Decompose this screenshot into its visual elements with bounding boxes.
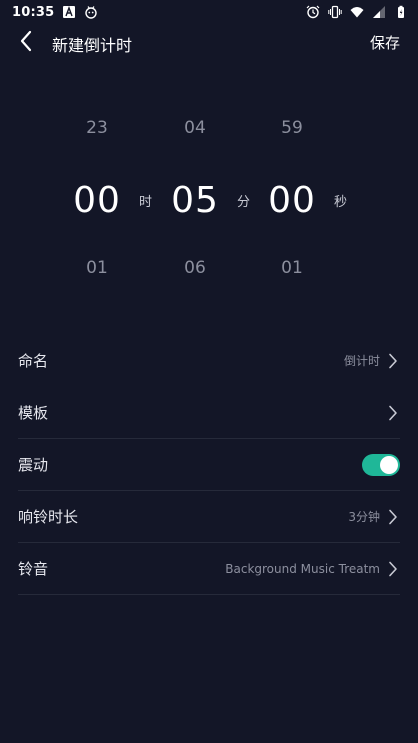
- vibrate-icon: [328, 5, 342, 19]
- seconds-unit-label: 秒: [334, 195, 348, 210]
- settings-row-vibrate: 震动: [18, 439, 400, 491]
- settings-row-right: [386, 405, 400, 421]
- hours-prev[interactable]: 23: [57, 118, 137, 138]
- settings-row-label: 命名: [18, 352, 49, 370]
- hours-current[interactable]: 00: [57, 180, 137, 221]
- app-header: 新建倒计时 保存: [0, 24, 418, 64]
- wifi-icon: [350, 5, 364, 19]
- signal-icon: [372, 5, 386, 19]
- status-bar-left: 10:35: [12, 5, 98, 20]
- minutes-unit-label: 分: [237, 195, 251, 210]
- settings-row-label: 震动: [18, 456, 49, 474]
- settings-row-ring-duration[interactable]: 响铃时长 3分钟: [18, 491, 400, 543]
- settings-row-label: 响铃时长: [18, 508, 79, 526]
- a-icon: [62, 5, 76, 19]
- minutes-current[interactable]: 05: [155, 180, 235, 221]
- chevron-right-icon: [386, 509, 400, 525]
- battery-icon: [394, 5, 408, 19]
- chevron-right-icon: [386, 561, 400, 577]
- settings-row-name[interactable]: 命名 倒计时: [18, 335, 400, 387]
- status-bar-right: [306, 5, 408, 19]
- name-value: 倒计时: [343, 354, 380, 368]
- hours-next[interactable]: 01: [57, 258, 137, 278]
- chevron-left-icon: [19, 30, 33, 56]
- minutes-prev[interactable]: 04: [155, 118, 235, 138]
- ringtone-value: Background Music Treatm: [225, 561, 380, 576]
- settings-row-template[interactable]: 模板: [18, 387, 400, 439]
- countdown-time-picker: 23 00 01 时 04 05 06 分 59 00 01 秒: [0, 100, 418, 300]
- ring-duration-value: 3分钟: [348, 510, 380, 524]
- alarm-icon: [306, 5, 320, 19]
- page-title: 新建倒计时: [52, 36, 133, 55]
- status-time: 10:35: [12, 4, 55, 20]
- vibrate-toggle[interactable]: [362, 453, 400, 476]
- settings-row-label: 铃音: [18, 560, 49, 578]
- chevron-right-icon: [386, 353, 400, 369]
- screen: 10:35 新建倒计时 保存 23 00 01 时 04 05 06 分 59 …: [0, 0, 418, 743]
- chevron-right-icon: [386, 405, 400, 421]
- toggle-knob: [380, 455, 398, 474]
- seconds-current[interactable]: 00: [252, 180, 332, 221]
- settings-row-right: 倒计时: [344, 352, 400, 369]
- back-button[interactable]: [12, 28, 40, 58]
- settings-row-label: 模板: [18, 404, 49, 422]
- seconds-prev[interactable]: 59: [252, 118, 332, 138]
- hours-unit-label: 时: [139, 195, 153, 210]
- settings-row-right: Background Music Treatm: [225, 561, 400, 577]
- minutes-next[interactable]: 06: [155, 258, 235, 278]
- settings-row-ringtone[interactable]: 铃音 Background Music Treatm: [18, 543, 400, 595]
- android-debug-icon: [84, 5, 98, 19]
- seconds-next[interactable]: 01: [252, 258, 332, 278]
- settings-row-right: 3分钟: [348, 508, 400, 525]
- save-button[interactable]: 保存: [370, 32, 400, 53]
- settings-list: 命名 倒计时 模板 震动 响铃时长 3分钟 铃音 Background Musi…: [18, 335, 400, 595]
- status-bar: 10:35: [0, 0, 418, 24]
